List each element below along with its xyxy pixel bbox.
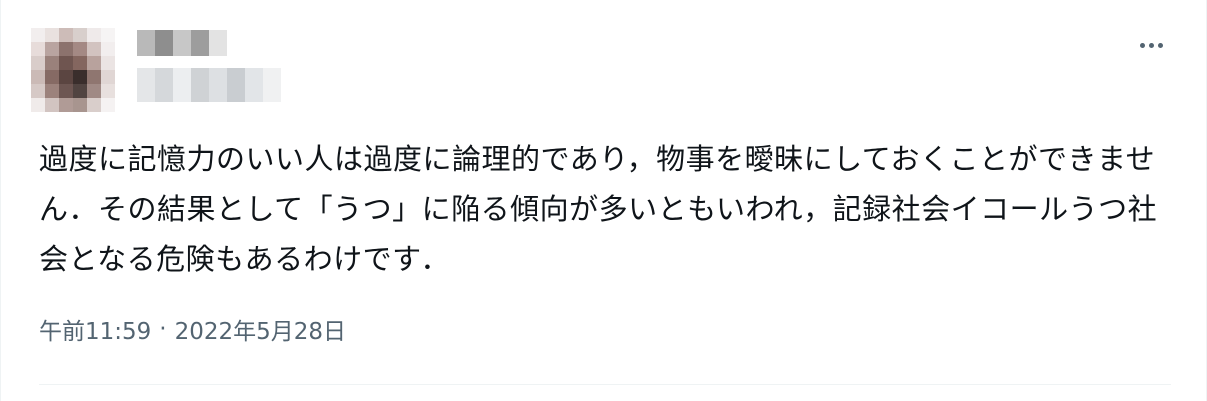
- more-options-button[interactable]: [1129, 30, 1173, 60]
- more-horizontal-icon: [1139, 42, 1145, 48]
- handle-redacted[interactable]: [137, 68, 281, 102]
- tweet-card: 過度に記憶力のいい人は過度に論理的であり，物事を曖昧にしておくことができません．…: [0, 0, 1207, 401]
- tweet-meta: 午前11:59 · 2022年5月28日: [39, 312, 346, 346]
- divider: [39, 384, 1171, 385]
- tweet-time[interactable]: 午前11:59: [39, 312, 151, 346]
- meta-separator: ·: [159, 316, 167, 342]
- tweet-date[interactable]: 2022年5月28日: [175, 312, 346, 346]
- display-name-redacted[interactable]: [137, 30, 227, 56]
- avatar[interactable]: [31, 28, 115, 112]
- tweet-text: 過度に記憶力のいい人は過度に論理的であり，物事を曖昧にしておくことができません．…: [39, 142, 1158, 276]
